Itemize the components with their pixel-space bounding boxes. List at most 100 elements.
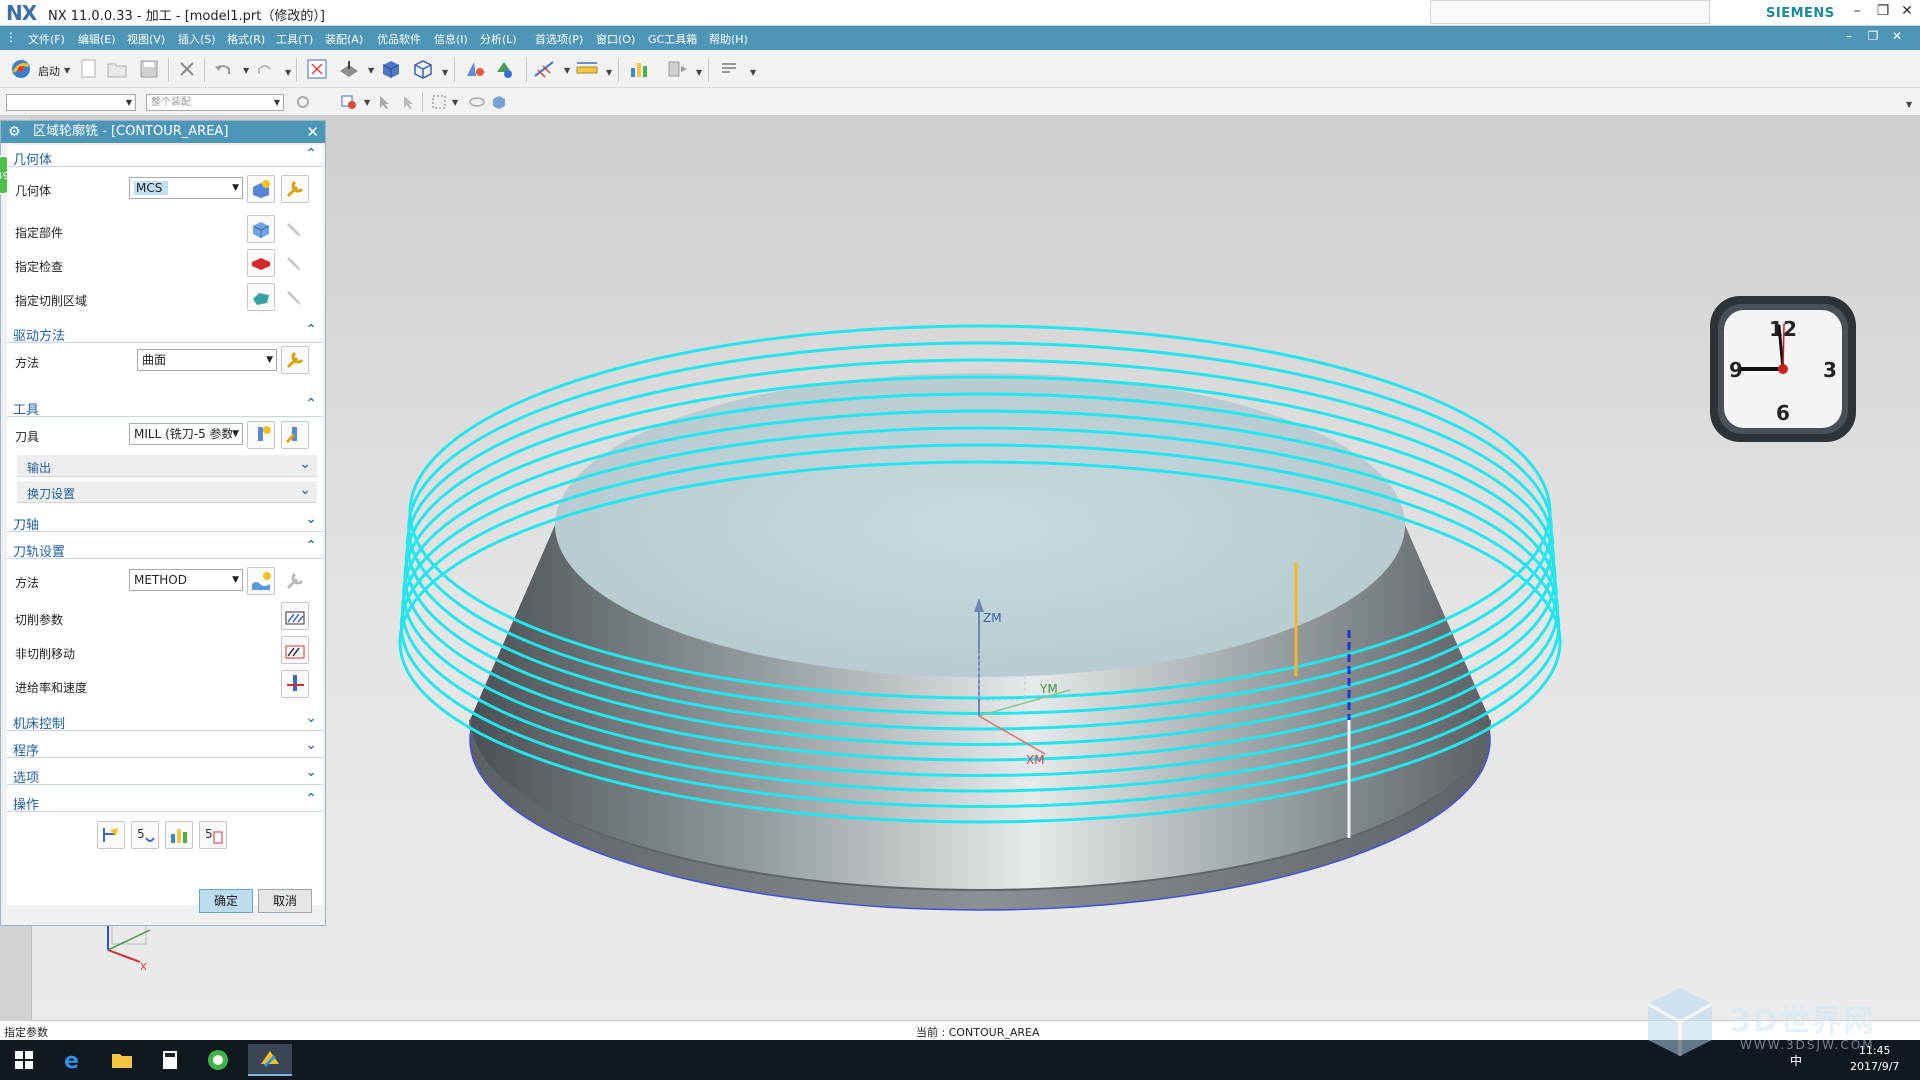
section-geometry[interactable]: 几何体 ⌃ <box>7 145 323 168</box>
chevron-down-icon[interactable]: ▼ <box>564 66 572 75</box>
replay-icon[interactable]: 5 <box>131 821 159 849</box>
file-explorer-icon[interactable] <box>100 1044 144 1076</box>
axis-tool-icon[interactable] <box>532 56 558 82</box>
edit-method-wrench-icon[interactable] <box>281 567 309 595</box>
snap-icon[interactable] <box>290 89 316 115</box>
subsection-tool-change[interactable]: 换刀设置 ⌄ <box>17 481 317 503</box>
open-file-icon[interactable] <box>104 56 130 82</box>
cursor-select-icon[interactable] <box>372 89 398 115</box>
section-tool-axis[interactable]: 刀轴 ⌄ <box>7 510 323 533</box>
subsection-output[interactable]: 输出 ⌄ <box>17 455 317 477</box>
specify-cut-area-icon[interactable] <box>247 283 275 311</box>
section-tool[interactable]: 工具 ⌃ <box>7 395 323 418</box>
report-chart-icon[interactable] <box>626 56 652 82</box>
menu-window[interactable]: 窗口(O) <box>596 31 635 47</box>
calculator-icon[interactable] <box>148 1044 192 1076</box>
command-finder-input[interactable] <box>1430 0 1710 24</box>
chevron-down-icon[interactable]: ▼ <box>750 68 758 77</box>
delete-icon[interactable] <box>174 56 200 82</box>
wireframe-icon[interactable] <box>410 56 436 82</box>
menu-view[interactable]: 视图(V) <box>127 31 165 47</box>
verify-icon[interactable] <box>165 821 193 849</box>
list-icon[interactable]: 5 <box>199 821 227 849</box>
cancel-button[interactable]: 取消 <box>258 889 312 913</box>
orient-view-icon[interactable] <box>336 56 362 82</box>
chevron-down-icon[interactable]: ▼ <box>1906 100 1914 109</box>
close-icon[interactable]: ✕ <box>306 121 319 143</box>
specify-check-icon[interactable] <box>247 249 275 277</box>
cut-params-icon[interactable] <box>281 602 309 630</box>
show-check-icon[interactable] <box>281 249 309 277</box>
menu-info[interactable]: 信息(I) <box>434 31 468 47</box>
chevron-down-icon[interactable]: ▼ <box>285 68 293 77</box>
nx-taskbar-icon[interactable] <box>248 1044 292 1076</box>
section-options[interactable]: 选项 ⌄ <box>7 763 323 786</box>
doc-minimize-button[interactable]: – <box>1838 29 1860 43</box>
edit-geometry-wrench-icon[interactable] <box>281 175 309 203</box>
save-icon[interactable] <box>136 56 162 82</box>
app-green-icon[interactable] <box>196 1044 240 1076</box>
menu-gc-toolbox[interactable]: GC工具箱 <box>648 31 697 47</box>
restore-button[interactable]: ❐ <box>1872 3 1894 19</box>
drive-method-select[interactable]: 曲面 ▼ <box>137 349 277 371</box>
non-cut-moves-icon[interactable] <box>281 636 309 664</box>
chevron-down-icon[interactable]: ▼ <box>442 68 450 77</box>
show-cut-area-icon[interactable] <box>281 283 309 311</box>
windows-start-icon[interactable] <box>2 1044 46 1076</box>
type-filter-combo[interactable]: ▼ <box>6 94 136 111</box>
path-method-select[interactable]: METHOD ▼ <box>129 569 243 591</box>
redo-icon[interactable] <box>252 56 278 82</box>
new-geometry-icon[interactable] <box>247 175 275 203</box>
menu-insert[interactable]: 插入(S) <box>178 31 216 47</box>
postprocess-icon[interactable] <box>664 56 690 82</box>
menu-help[interactable]: 帮助(H) <box>709 31 748 47</box>
generate-toolpath-icon[interactable] <box>462 56 488 82</box>
dialog-title-bar[interactable]: ⚙ 区域轮廓铣 - [CONTOUR_AREA] ✕ <box>1 121 325 143</box>
cube-icon[interactable] <box>486 89 512 115</box>
assembly-scope-combo[interactable]: 整个装配 ▼ <box>146 94 284 111</box>
tool-select[interactable]: MILL (铣刀-5 参数 ▼ <box>129 423 243 445</box>
chevron-down-icon[interactable]: ▼ <box>364 98 372 107</box>
menu-file[interactable]: 文件(F) <box>28 31 65 47</box>
chevron-down-icon[interactable]: ▼ <box>452 98 460 107</box>
menu-preferences[interactable]: 首选项(P) <box>535 31 583 47</box>
chevron-down-icon[interactable]: ▼ <box>696 68 704 77</box>
fit-view-icon[interactable] <box>304 56 330 82</box>
box-select-icon[interactable] <box>426 89 452 115</box>
new-tool-icon[interactable] <box>247 421 275 449</box>
chevron-down-icon[interactable]: ▼ <box>243 66 251 75</box>
measure-icon[interactable] <box>574 56 600 82</box>
menu-tools[interactable]: 工具(T) <box>276 31 313 47</box>
geometry-select[interactable]: MCS ▼ <box>129 177 243 199</box>
undo-icon[interactable] <box>210 56 236 82</box>
chevron-down-icon[interactable]: ▼ <box>368 66 376 75</box>
section-drive-method[interactable]: 驱动方法 ⌃ <box>7 321 323 344</box>
new-file-icon[interactable] <box>76 56 102 82</box>
edge-browser-icon[interactable]: e <box>52 1044 96 1076</box>
start-icon[interactable] <box>8 56 34 82</box>
section-machine-control[interactable]: 机床控制 ⌄ <box>7 709 323 732</box>
new-method-icon[interactable] <box>247 567 275 595</box>
section-path-settings[interactable]: 刀轨设置 ⌃ <box>7 537 323 560</box>
menu-assembly[interactable]: 装配(A) <box>325 31 363 47</box>
close-button[interactable]: ✕ <box>1896 3 1918 19</box>
edit-tool-icon[interactable] <box>281 421 309 449</box>
shaded-icon[interactable] <box>378 56 404 82</box>
verify-toolpath-icon[interactable] <box>492 56 518 82</box>
start-label[interactable]: 启动 <box>38 63 60 79</box>
feeds-speeds-icon[interactable] <box>281 670 309 698</box>
cursor-multi-icon[interactable] <box>396 89 422 115</box>
specify-part-icon[interactable] <box>247 215 275 243</box>
select-filter-icon[interactable] <box>336 89 362 115</box>
ok-button[interactable]: 确定 <box>199 889 253 913</box>
menu-format[interactable]: 格式(R) <box>227 31 265 47</box>
generate-icon[interactable] <box>97 821 125 849</box>
section-program[interactable]: 程序 ⌄ <box>7 736 323 759</box>
doc-restore-button[interactable]: ❐ <box>1862 29 1884 43</box>
section-actions[interactable]: 操作 ⌃ <box>7 790 323 813</box>
shop-doc-icon[interactable] <box>716 56 742 82</box>
menu-analysis[interactable]: 分析(L) <box>480 31 517 47</box>
chevron-down-icon[interactable]: ▼ <box>64 66 72 75</box>
chevron-down-icon[interactable]: ▼ <box>606 68 614 77</box>
show-part-icon[interactable] <box>281 215 309 243</box>
